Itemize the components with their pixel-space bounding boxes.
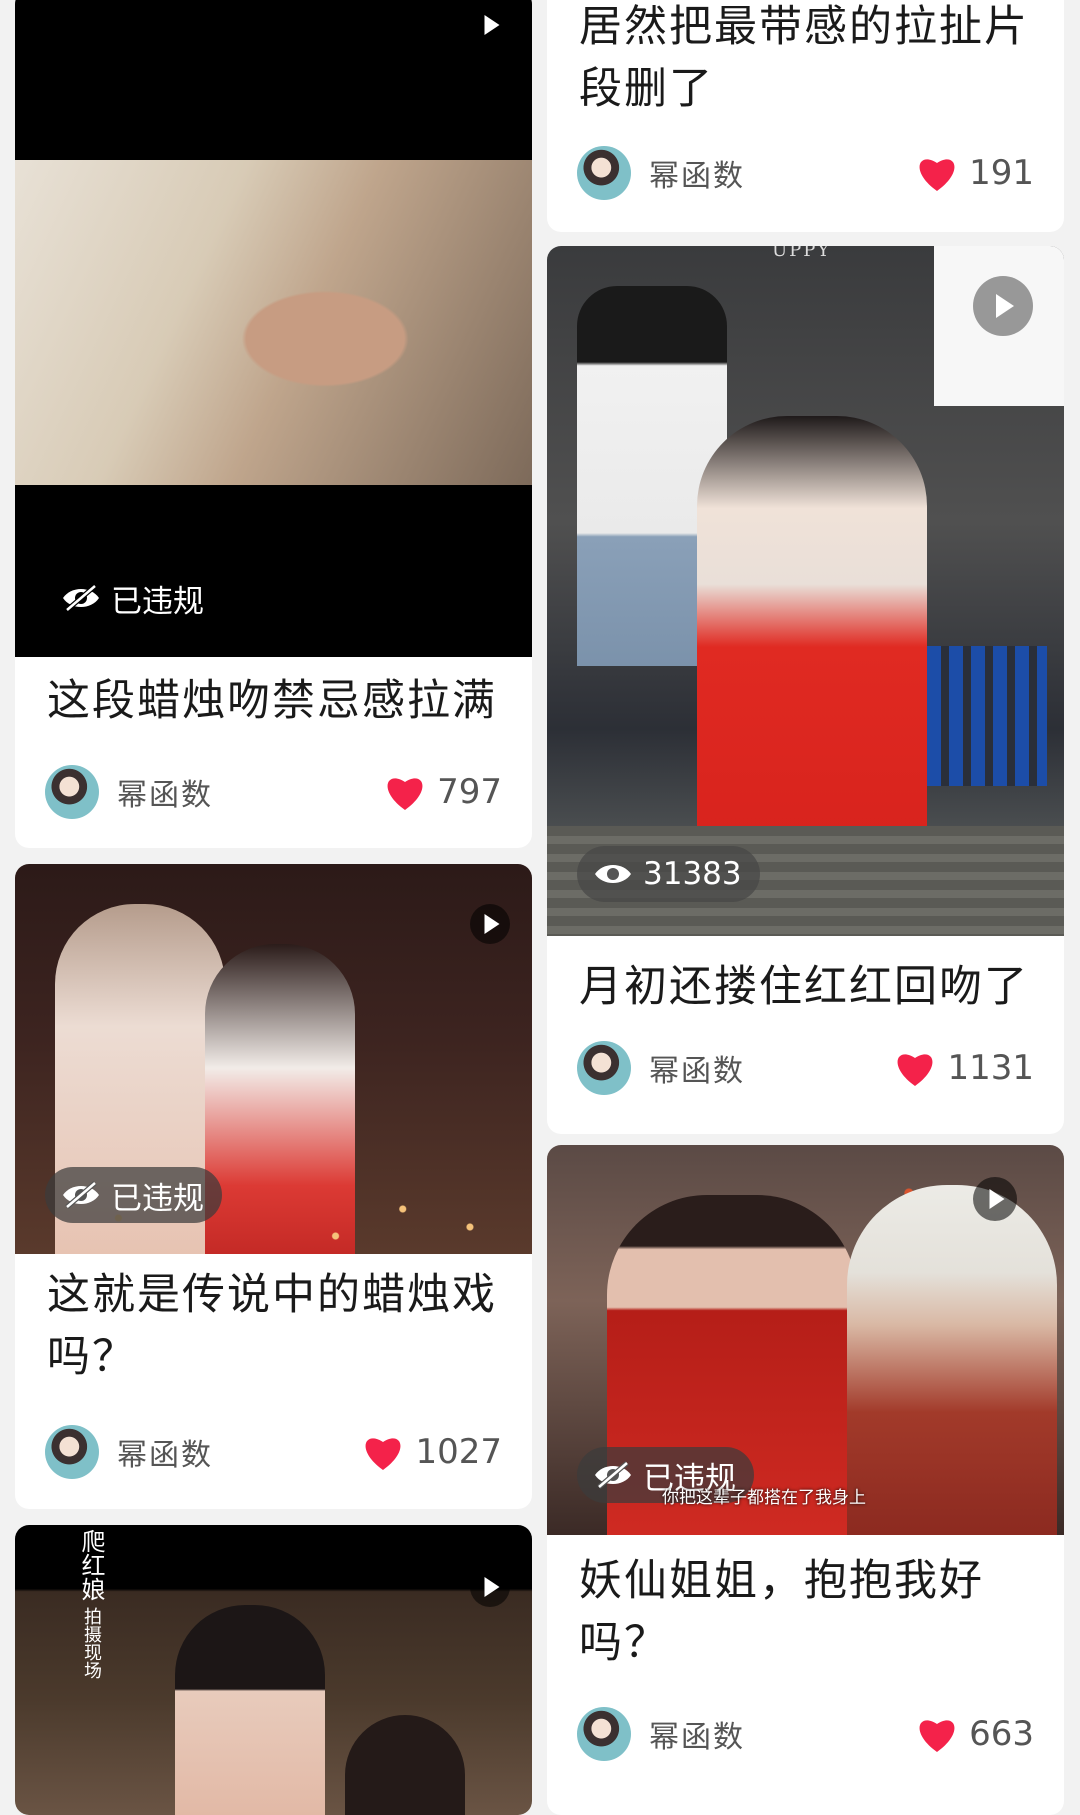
video-card[interactable]: 已违规 你把这辈子都搭在了我身上 妖仙姐姐，抱抱我好吗？ 幂函数 663 [547, 1145, 1064, 1815]
like-count: 797 [437, 772, 502, 812]
author-name[interactable]: 幂函数 [117, 1430, 361, 1474]
play-icon[interactable] [973, 1177, 1017, 1221]
video-card[interactable]: 已违规 这就是传说中的蜡烛戏吗？ 幂函数 1027 [15, 864, 532, 1509]
like-count: 191 [969, 153, 1034, 193]
like-button[interactable]: 663 [915, 1714, 1034, 1754]
eye-icon [595, 865, 631, 883]
view-count: 31383 [643, 856, 742, 892]
article-card[interactable]: 居然把最带感的拉扯片段删了 幂函数 191 [547, 0, 1064, 232]
eye-slash-icon [63, 584, 99, 612]
video-thumbnail[interactable]: UPPY 31383 [547, 246, 1064, 936]
violation-label: 已违规 [111, 583, 204, 620]
thumbnail-subtext: 拍摄现场 [81, 1607, 102, 1680]
violation-badge: 已违规 [45, 570, 222, 626]
video-card[interactable]: 已违规 这段蜡烛吻禁忌感拉满 幂函数 797 [15, 0, 532, 848]
avatar[interactable] [577, 146, 631, 200]
eye-slash-icon [595, 1461, 631, 1489]
video-subtitle: 你把这辈子都搭在了我身上 [662, 1488, 866, 1508]
avatar[interactable] [45, 765, 99, 819]
window-blue [927, 646, 1047, 786]
card-title[interactable]: 居然把最带感的拉扯片段删了 [579, 0, 1036, 120]
heart-icon [898, 1054, 933, 1086]
card-title[interactable]: 这就是传说中的蜡烛戏吗？ [47, 1264, 504, 1388]
author-name[interactable]: 幂函数 [649, 1712, 915, 1756]
view-count-badge: 31383 [577, 846, 760, 902]
card-meta: 幂函数 797 [45, 764, 502, 820]
card-title[interactable]: 这段蜡烛吻禁忌感拉满 [47, 670, 504, 732]
card-title[interactable]: 月初还搂住红红回吻了 [579, 956, 1036, 1018]
violation-label: 已违规 [111, 1180, 204, 1217]
like-count: 663 [969, 1714, 1034, 1754]
thumbnail-watermark: UPPY [772, 246, 832, 261]
author-name[interactable]: 幂函数 [649, 1046, 893, 1090]
avatar[interactable] [45, 1425, 99, 1479]
heart-icon [919, 159, 955, 191]
thumbnail-text: 爬红娘 [77, 1529, 105, 1601]
figure-couple [697, 416, 927, 836]
video-card[interactable]: 爬红娘 拍摄现场 [15, 1525, 532, 1815]
play-icon[interactable] [973, 276, 1033, 336]
video-thumbnail[interactable]: 已违规 [15, 0, 532, 657]
like-button[interactable]: 797 [383, 772, 502, 812]
avatar[interactable] [577, 1707, 631, 1761]
thumbnail-caption: 爬红娘 拍摄现场 [63, 1529, 105, 1680]
violation-badge: 已违规 [45, 1167, 222, 1223]
card-meta: 幂函数 1027 [45, 1424, 502, 1480]
like-count: 1131 [947, 1048, 1034, 1088]
heart-icon [366, 1438, 401, 1470]
video-card[interactable]: UPPY 31383 月初还搂住红红回吻了 幂函数 1131 [547, 246, 1064, 1134]
like-button[interactable]: 191 [915, 153, 1034, 193]
author-name[interactable]: 幂函数 [117, 770, 383, 814]
heart-icon [919, 1720, 955, 1752]
video-thumbnail[interactable]: 爬红娘 拍摄现场 [15, 1525, 532, 1815]
card-meta: 幂函数 1131 [577, 1040, 1034, 1096]
heart-icon [387, 778, 423, 810]
author-name[interactable]: 幂函数 [649, 151, 915, 195]
figure-left [175, 1605, 325, 1815]
play-icon[interactable] [470, 5, 510, 45]
play-icon[interactable] [470, 904, 510, 944]
figure-right [345, 1715, 465, 1815]
like-count: 1027 [415, 1432, 502, 1472]
thumbnail-frame [15, 160, 532, 485]
video-thumbnail[interactable]: 已违规 你把这辈子都搭在了我身上 [547, 1145, 1064, 1535]
card-meta: 幂函数 663 [577, 1706, 1034, 1762]
card-meta: 幂函数 191 [577, 145, 1034, 201]
video-thumbnail[interactable]: 已违规 [15, 864, 532, 1254]
play-icon[interactable] [470, 1567, 510, 1607]
like-button[interactable]: 1027 [361, 1432, 502, 1472]
avatar[interactable] [577, 1041, 631, 1095]
eye-slash-icon [63, 1181, 99, 1209]
like-button[interactable]: 1131 [893, 1048, 1034, 1088]
card-title[interactable]: 妖仙姐姐，抱抱我好吗？ [579, 1550, 1036, 1674]
figure-right [847, 1185, 1057, 1535]
